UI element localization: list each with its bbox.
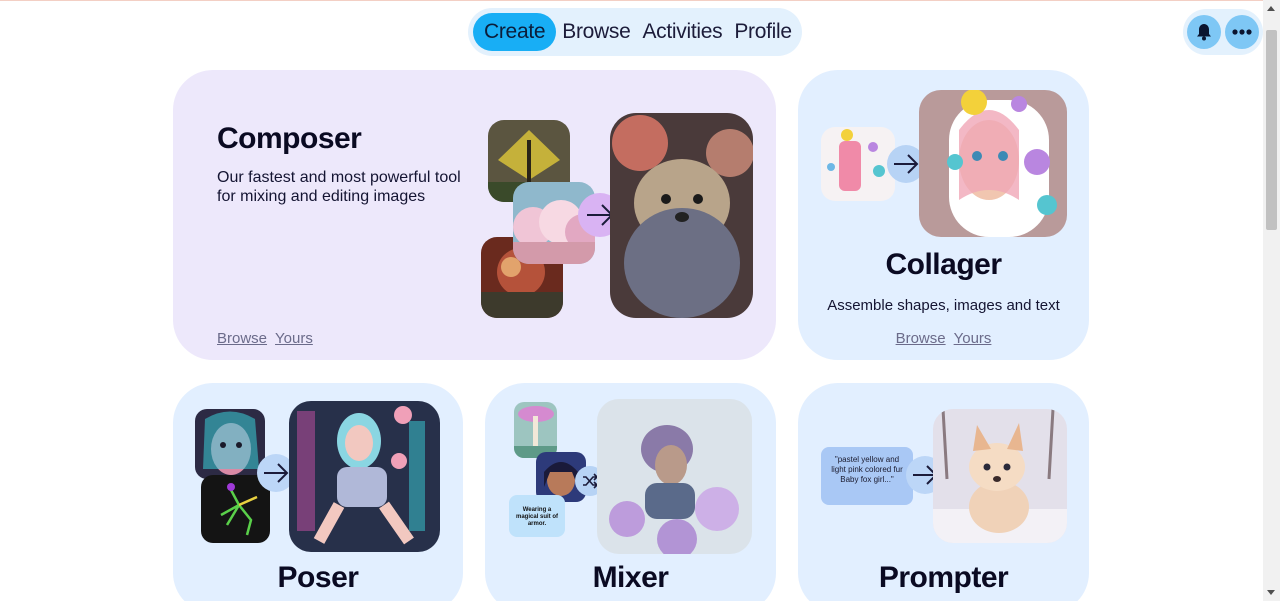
poser-input-pose — [201, 475, 270, 543]
arrow-right-icon — [894, 154, 919, 174]
collager-card[interactable]: Collager Assemble shapes, images and tex… — [798, 70, 1089, 360]
prompter-card[interactable]: "pastel yellow and light pink colored fu… — [798, 383, 1089, 601]
more-button[interactable] — [1225, 15, 1259, 49]
prompter-title: Prompter — [878, 561, 1009, 594]
tab-activities[interactable]: Activities — [636, 13, 728, 51]
composer-links: Browse Yours — [217, 330, 313, 347]
tab-profile[interactable]: Profile — [728, 13, 797, 51]
top-actions — [1183, 9, 1263, 55]
collager-links: Browse Yours — [798, 330, 1089, 347]
main-nav: Create Browse Activities Profile — [468, 8, 802, 56]
collager-input-image — [821, 127, 895, 201]
scroll-thumb[interactable] — [1266, 30, 1277, 230]
prompter-output-image — [933, 409, 1067, 543]
composer-browse-link[interactable]: Browse — [217, 330, 267, 347]
collager-description: Assemble shapes, images and text — [827, 297, 1060, 314]
collager-browse-link[interactable]: Browse — [896, 330, 946, 347]
composer-title: Composer — [217, 122, 362, 155]
composer-card[interactable]: Composer Our fastest and most powerful t… — [173, 70, 776, 360]
mixer-text-chip: Wearing a magical suit of armor. — [509, 495, 565, 537]
more-icon — [1232, 29, 1252, 35]
notifications-button[interactable] — [1187, 15, 1221, 49]
page-scrollbar[interactable] — [1263, 0, 1280, 601]
prompter-prompt-box: "pastel yellow and light pink colored fu… — [821, 447, 913, 505]
tab-browse[interactable]: Browse — [556, 13, 636, 51]
top-border — [0, 0, 1280, 1]
collager-output-image — [919, 90, 1067, 237]
mixer-title: Mixer — [592, 561, 669, 594]
shuffle-icon — [583, 473, 598, 489]
mixer-input-tree — [514, 402, 557, 458]
mixer-output-image — [597, 399, 752, 554]
scroll-up-arrow-icon[interactable] — [1267, 6, 1275, 11]
scroll-down-arrow-icon[interactable] — [1267, 590, 1275, 595]
poser-card[interactable]: Poser — [173, 383, 463, 601]
poser-input-face — [195, 409, 265, 479]
collager-yours-link[interactable]: Yours — [954, 330, 992, 347]
mixer-card[interactable]: Wearing a magical suit of armor. Mixer — [485, 383, 776, 601]
poser-output-image — [289, 401, 440, 552]
composer-output-image-dog — [610, 113, 753, 318]
composer-yours-link[interactable]: Yours — [275, 330, 313, 347]
bell-icon — [1197, 24, 1211, 41]
arrow-right-icon — [264, 463, 289, 483]
poser-title: Poser — [277, 561, 359, 594]
composer-description: Our fastest and most powerful tool for m… — [217, 169, 461, 205]
collager-title: Collager — [885, 248, 1002, 281]
tab-create[interactable]: Create — [473, 13, 557, 51]
